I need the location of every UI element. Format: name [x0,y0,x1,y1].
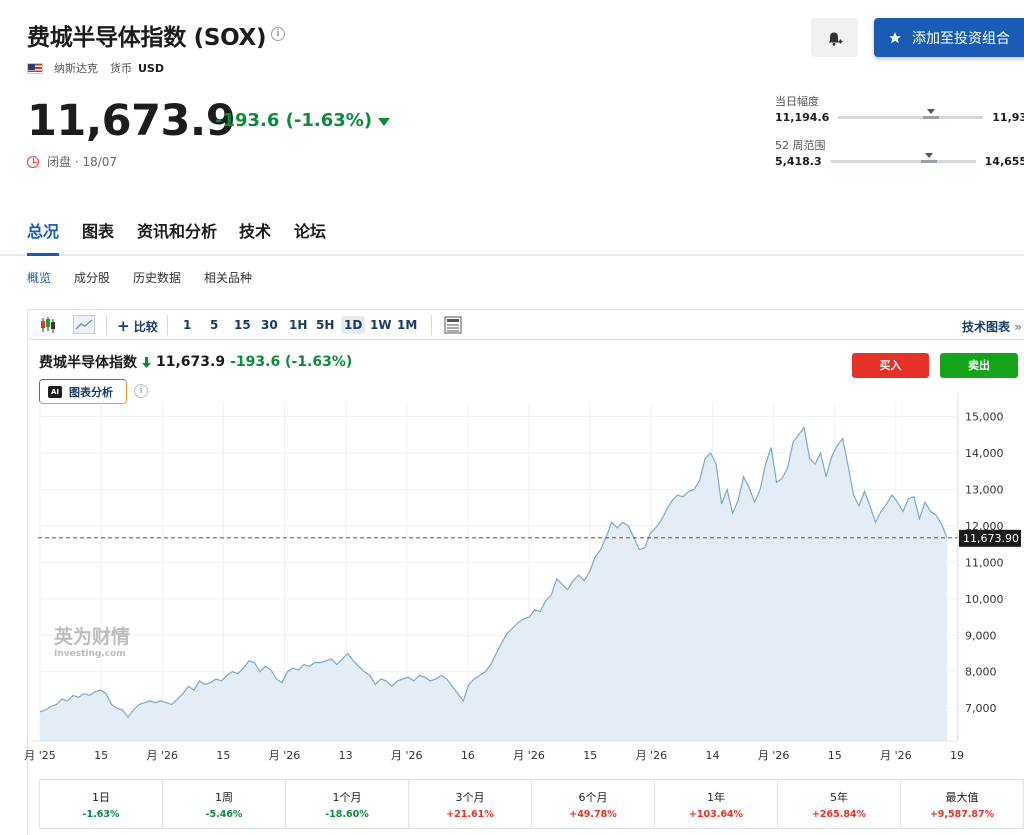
performance-value: -5.46% [205,809,243,820]
x-tick-label: 15 [583,749,597,762]
x-tick-label: 15 [828,749,842,762]
x-tick-label: 15 [94,749,108,762]
performance-value: +9,587.87% [929,809,995,820]
performance-cell[interactable]: 3个月 +21.61% [409,780,532,828]
x-tick-label: 月 '26 [269,749,301,762]
x-tick-label: 15 [216,749,230,762]
performance-cell[interactable]: 1个月 -18.60% [286,780,409,828]
performance-strip: 1日 -1.63% 1周 -5.46% 1个月 -18.60% 3个月 +21.61% 6个月 +… [39,779,1024,829]
x-tick-label: 月 '26 [636,749,668,762]
y-tick-label: 10,000 [965,593,1004,606]
performance-cell[interactable]: 6个月 +49.78% [532,780,655,828]
performance-period: 3个月 [455,791,485,804]
performance-value: +103.64% [688,809,744,820]
performance-period: 1年 [707,791,725,804]
y-tick-label: 15,000 [965,411,1004,424]
x-tick-label: 月 '25 [24,749,56,762]
y-tick-label: 8,000 [965,666,997,679]
performance-value: +265.84% [811,809,867,820]
y-tick-label: 14,000 [965,447,1004,460]
x-tick-label: 16 [461,749,475,762]
performance-value: -18.60% [325,809,369,820]
watermark-logo: 英为财情 [54,625,130,648]
performance-period: 1日 [92,791,110,804]
y-tick-label: 7,000 [965,702,997,715]
watermark-logo-text: Investing.com [54,649,126,659]
price-area [40,427,947,741]
last-price-label: 11,673.90 [963,532,1019,545]
performance-period: 5年 [830,791,848,804]
price-chart[interactable]: 英为财情Investing.com 7,000 8,000 9,000 10,000 11… [0,0,1024,770]
x-tick-label: 13 [339,749,353,762]
performance-cell[interactable]: 1日 -1.63% [40,780,163,828]
x-tick-label: 月 '26 [880,749,912,762]
y-tick-label: 13,000 [965,483,1004,496]
x-tick-label: 月 '26 [391,749,423,762]
performance-period: 1个月 [332,791,362,804]
performance-period: 6个月 [578,791,608,804]
x-tick-label: 19 [950,749,964,762]
y-tick-label: 9,000 [965,629,997,642]
x-tick-label: 月 '26 [758,749,790,762]
x-tick-label: 月 '26 [147,749,179,762]
x-tick-label: 14 [705,749,719,762]
performance-period: 最大值 [945,791,979,804]
performance-cell[interactable]: 5年 +265.84% [778,780,901,828]
y-tick-label: 11,000 [965,556,1004,569]
performance-value: +49.78% [569,809,617,820]
performance-period: 1周 [215,791,233,804]
performance-value: -1.63% [82,809,120,820]
performance-cell[interactable]: 1年 +103.64% [655,780,778,828]
performance-cell[interactable]: 最大值 +9,587.87% [901,780,1024,828]
performance-cell[interactable]: 1周 -5.46% [163,780,286,828]
x-tick-label: 月 '26 [513,749,545,762]
performance-value: +21.61% [446,809,494,820]
